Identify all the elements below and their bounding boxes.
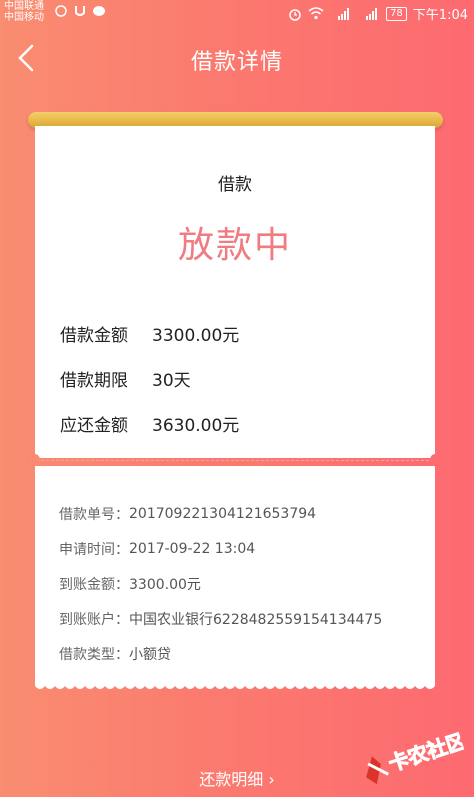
alarm-icon [289,8,301,21]
detail-label: 借款单号： [59,506,129,523]
loan-summary-card: 借款 放款中 借款金额 3300.00元 借款期限 30天 应还金额 3630.… [35,126,435,458]
summary-label: 应还金额 [60,416,128,436]
detail-label: 到账账户： [59,611,129,628]
page-title: 借款详情 [190,50,283,75]
detail-value: 3300.00元 [129,576,201,593]
loan-detail-card: 借款单号： 20170922130412165379​4 申请时间： 2017-… [35,466,435,686]
detail-label: 到账金额： [59,576,129,593]
carrier-info: 中国联通 中国移动 [4,1,44,23]
dashed-separator [41,460,429,461]
app-icon [75,6,85,16]
carrier-1: 中国联通 [4,1,44,12]
loan-type-label: 借款 [218,175,252,195]
detail-row-apply-time: 申请时间： 2017-09-22 13:04 [59,531,382,566]
summary-row-amount: 借款金额 3300.00元 [60,311,239,356]
summary-value: 3630.00元 [152,416,240,436]
message-icon [93,5,105,16]
detail-row-loan-type: 借款类型： 小额贷 [59,636,382,671]
detail-list: 借款单号： 20170922130412165379​4 申请时间： 2017-… [59,496,382,671]
detail-row-order-number: 借款单号： 20170922130412165379​4 [59,496,382,531]
summary-value: 3300.00元 [152,326,240,346]
detail-row-account: 到账账户： 中国农业银行6228482559154134475 [59,601,382,636]
header: 借款详情 [0,34,474,82]
scalloped-edge [35,684,435,689]
notch-left [30,454,40,466]
signal-2g-icon [366,8,378,20]
battery-indicator: 78 [386,6,407,21]
summary-list: 借款金额 3300.00元 借款期限 30天 应还金额 3630.00元 [60,311,239,446]
detail-value: 中国农业银行6228482559154134475 [129,611,383,628]
signal-4g-icon [338,8,350,20]
status-bar: 中国联通 中国移动 78 下午1:04 [0,0,474,26]
detail-value: 2017-09-22 13:04 [129,540,256,557]
notch-right [430,454,440,466]
detail-value: 20170922130412165379​4 [129,505,317,522]
status-time: 下午1:04 [412,8,468,23]
notification-icons [54,4,106,18]
summary-row-repay: 应还金额 3630.00元 [60,401,239,446]
loan-status: 放款中 [177,225,292,266]
wifi-icon [308,7,324,20]
detail-row-received-amount: 到账金额： 3300.00元 [59,566,382,601]
detail-label: 申请时间： [59,541,129,558]
summary-value: 30天 [152,371,191,391]
carrier-2: 中国移动 [4,12,44,23]
summary-label: 借款金额 [60,326,128,346]
summary-row-term: 借款期限 30天 [60,356,239,401]
detail-label: 借款类型： [59,646,129,663]
status-right: 78 下午1:04 [288,4,468,23]
loop-icon [55,5,67,17]
detail-value: 小额贷 [129,646,171,663]
summary-label: 借款期限 [60,371,128,391]
